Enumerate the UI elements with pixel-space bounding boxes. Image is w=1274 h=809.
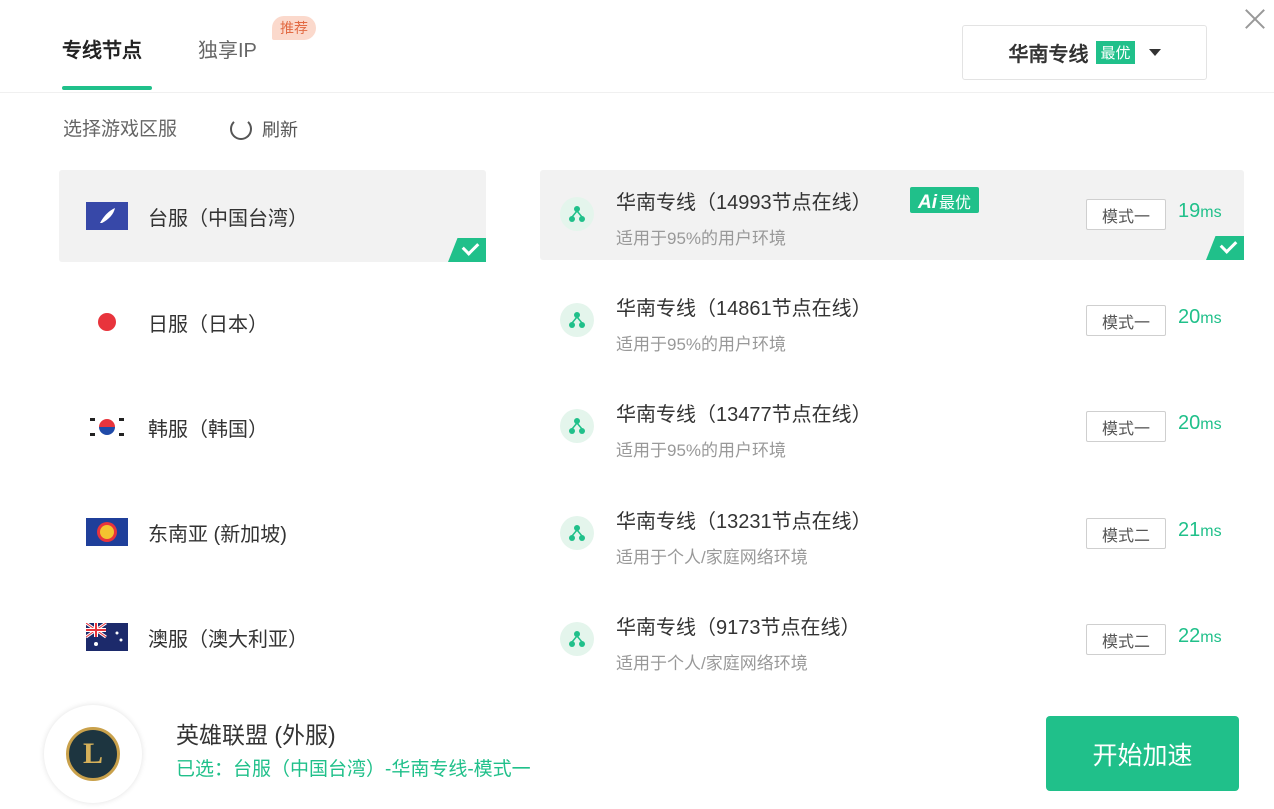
network-node-icon [560,197,594,231]
ping-value: 19ms [1178,200,1222,223]
ping-unit: ms [1200,523,1222,540]
server-label: 韩服（韩国） [148,418,268,441]
divider [0,92,1274,93]
line-desc: 适用于95%的用户环境 [616,229,787,248]
network-node-icon [560,622,594,656]
close-icon[interactable] [1242,6,1268,32]
start-accelerate-button[interactable]: 开始加速 [1046,716,1239,791]
ping-number: 20 [1178,306,1201,328]
line-title: 华南专线（13477节点在线） [616,404,872,426]
line-desc: 适用于95%的用户环境 [616,441,787,460]
ping-value: 20ms [1178,412,1222,435]
ping-value: 21ms [1178,519,1222,542]
network-node-icon [560,409,594,443]
line-item[interactable]: 华南专线（14993节点在线） Ai 最优 适用于95%的用户环境 模式一 19m… [540,170,1244,260]
server-item-taiwan[interactable]: 台服（中国台湾） [59,170,486,262]
line-item[interactable]: 华南专线（13477节点在线） 适用于95%的用户环境 模式一 20ms [540,382,1244,472]
ai-prefix: Ai [918,192,937,213]
ping-unit: ms [1200,310,1222,327]
ping-number: 19 [1178,200,1201,222]
line-title: 华南专线（14993节点在线） [616,192,872,214]
mode-button[interactable]: 模式二 [1086,624,1166,655]
network-node-icon [560,303,594,337]
line-desc: 适用于个人/家庭网络环境 [616,654,808,673]
taiwan-flag-icon [86,202,128,230]
caret-down-icon [1148,49,1161,56]
game-title: 英雄联盟 (外服) [176,722,336,748]
server-item-korea[interactable]: 韩服（韩国） [59,381,486,473]
line-desc: 适用于个人/家庭网络环境 [616,548,808,567]
tab-bar: 专线节点 独享IP 推荐 [62,0,962,92]
ping-unit: ms [1200,204,1222,221]
ping-value: 22ms [1178,625,1222,648]
select-server-label: 选择游戏区服 [63,119,178,140]
line-desc: 适用于95%的用户环境 [616,335,787,354]
tab-exclusive-ip[interactable]: 独享IP [198,34,257,63]
server-label: 台服（中国台湾） [148,207,308,230]
region-dropdown[interactable]: 华南专线 最优 [962,25,1207,80]
tab-dedicated-nodes[interactable]: 专线节点 [62,34,152,90]
region-name: 华南专线 [1008,44,1089,66]
recommend-badge: 推荐 [272,16,316,40]
ai-best-badge: Ai 最优 [910,187,980,213]
ping-number: 22 [1178,625,1201,647]
network-node-icon [560,516,594,550]
server-label: 澳服（澳大利亚） [148,628,308,651]
ping-unit: ms [1200,416,1222,433]
league-logo-icon: L [66,727,120,781]
check-icon [1206,236,1244,260]
server-item-sea[interactable]: 东南亚 (新加坡) [59,486,486,578]
line-item[interactable]: 华南专线（9173节点在线） 适用于个人/家庭网络环境 模式二 22ms [540,595,1244,685]
australia-flag-icon [86,623,128,651]
ping-value: 20ms [1178,306,1222,329]
refresh-icon [230,118,252,140]
refresh-label: 刷新 [262,120,298,140]
line-title: 华南专线（9173节点在线） [616,617,861,639]
line-title: 华南专线（13231节点在线） [616,511,872,533]
mode-button[interactable]: 模式二 [1086,518,1166,549]
best-badge: 最优 [1096,41,1135,64]
refresh-button[interactable]: 刷新 [230,116,298,142]
ping-number: 21 [1178,519,1201,541]
mode-button[interactable]: 模式一 [1086,305,1166,336]
game-logo: L [44,705,142,803]
line-item[interactable]: 华南专线（13231节点在线） 适用于个人/家庭网络环境 模式二 21ms [540,489,1244,579]
line-item[interactable]: 华南专线（14861节点在线） 适用于95%的用户环境 模式一 20ms [540,276,1244,366]
ping-unit: ms [1200,629,1222,646]
mode-button[interactable]: 模式一 [1086,411,1166,442]
ai-badge-label: 最优 [939,195,972,212]
japan-flag-icon [86,308,128,336]
server-item-australia[interactable]: 澳服（澳大利亚） [59,591,486,683]
server-label: 日服（日本） [148,313,268,336]
mode-button[interactable]: 模式一 [1086,199,1166,230]
server-item-japan[interactable]: 日服（日本） [59,276,486,368]
selected-summary: 已选：台服（中国台湾）-华南专线-模式一 [176,759,531,780]
asean-flag-icon [86,518,128,546]
server-label: 东南亚 (新加坡) [148,523,287,546]
korea-flag-icon [86,413,128,441]
check-icon [448,238,486,262]
ping-number: 20 [1178,412,1201,434]
line-title: 华南专线（14861节点在线） [616,298,872,320]
